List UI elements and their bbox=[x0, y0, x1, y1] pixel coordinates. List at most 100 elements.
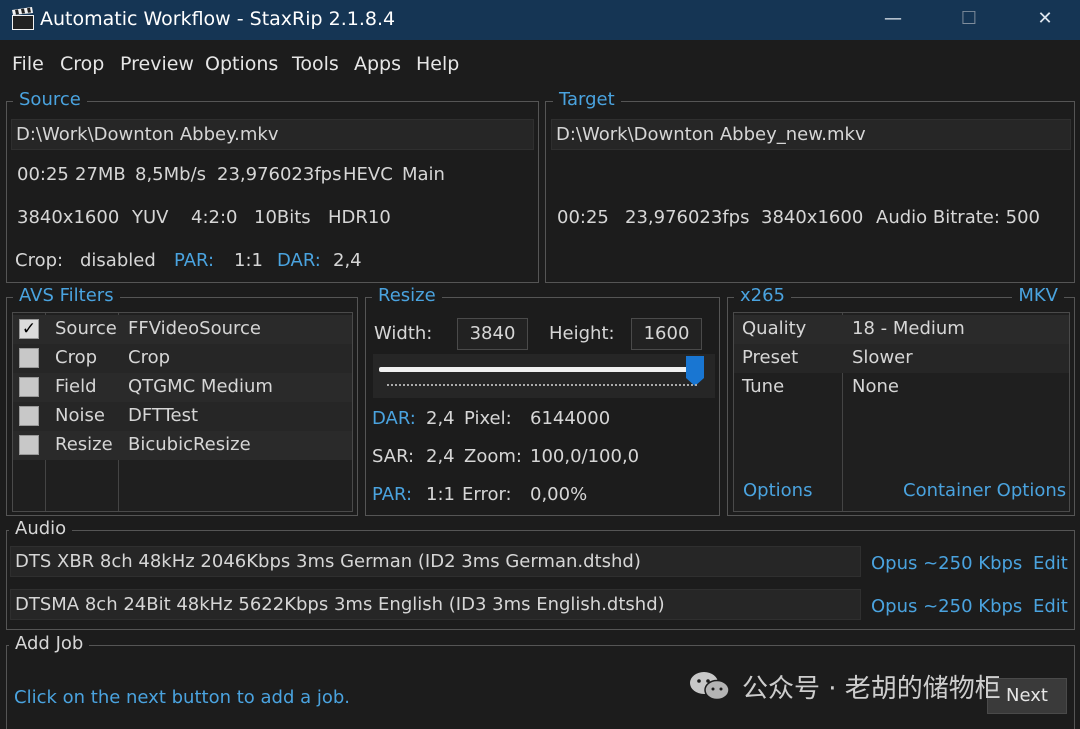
resize-dar-value: 2,4 bbox=[426, 408, 455, 429]
encoder-option-name: Tune bbox=[742, 376, 785, 397]
filter-enabled-checkbox[interactable] bbox=[19, 435, 39, 455]
source-path-field[interactable]: D:\Work\Downton Abbey.mkv bbox=[11, 119, 534, 150]
source-size: 27MB bbox=[75, 164, 126, 185]
target-resolution: 3840x1600 bbox=[761, 207, 864, 228]
resize-par-label[interactable]: PAR: bbox=[372, 484, 412, 505]
encoder-option-value: None bbox=[852, 376, 899, 397]
filter-name: FFVideoSource bbox=[128, 318, 261, 339]
encoder-option-name: Preset bbox=[742, 347, 799, 368]
source-par-label[interactable]: PAR: bbox=[174, 250, 214, 271]
filter-row[interactable]: ✓ Source FFVideoSource bbox=[13, 315, 352, 344]
close-button[interactable]: ✕ bbox=[1010, 0, 1080, 40]
title-bar: Automatic Workflow - StaxRip 2.1.8.4 — ☐… bbox=[0, 0, 1080, 40]
encoder-options-grid: Quality 18 - Medium Preset Slower Tune N… bbox=[733, 312, 1070, 512]
source-bitrate: 8,5Mb/s bbox=[135, 164, 207, 185]
filter-list: ✓ Source FFVideoSource Crop Crop Field Q… bbox=[12, 312, 353, 512]
resize-par-value: 1:1 bbox=[426, 484, 455, 505]
menu-file[interactable]: File bbox=[12, 53, 44, 75]
target-fps: 23,976023fps bbox=[625, 207, 750, 228]
height-input[interactable]: 1600 bbox=[631, 318, 702, 350]
filter-category: Noise bbox=[55, 405, 105, 426]
encoder-options-link[interactable]: Options bbox=[743, 480, 812, 501]
source-title: Source bbox=[13, 89, 87, 110]
audio-profile-link[interactable]: Opus ~250 Kbps bbox=[871, 596, 1022, 617]
resize-title: Resize bbox=[372, 285, 442, 306]
zoom-label: Zoom: bbox=[464, 446, 522, 467]
wechat-icon bbox=[690, 672, 730, 701]
audio-track-field[interactable]: DTSMA 8ch 24Bit 48kHz 5622Kbps 3ms Engli… bbox=[10, 589, 861, 620]
watermark-text: 公众号 · 老胡的储物柜 bbox=[742, 673, 1001, 704]
menu-bar: File Crop Preview Options Tools Apps Hel… bbox=[0, 40, 1080, 88]
encoder-option-value: 18 - Medium bbox=[852, 318, 965, 339]
maximize-button[interactable]: ☐ bbox=[934, 0, 1004, 40]
source-fps: 23,976023fps bbox=[217, 164, 342, 185]
source-group: Source D:\Work\Downton Abbey.mkv 00:25 2… bbox=[6, 89, 539, 283]
zoom-value: 100,0/100,0 bbox=[530, 446, 640, 467]
container-options-link[interactable]: Container Options bbox=[903, 480, 1066, 501]
filter-category: Source bbox=[55, 318, 117, 339]
encoder-title[interactable]: x265 bbox=[734, 285, 792, 306]
resize-slider[interactable] bbox=[373, 354, 715, 398]
target-duration: 00:25 bbox=[557, 207, 609, 228]
filter-row[interactable]: Resize BicubicResize bbox=[13, 431, 352, 460]
width-input[interactable]: 3840 bbox=[457, 318, 528, 350]
container-title[interactable]: MKV bbox=[1012, 285, 1064, 306]
audio-track-field[interactable]: DTS XBR 8ch 48kHz 2046Kbps 3ms German (I… bbox=[10, 546, 861, 577]
source-resolution: 3840x1600 bbox=[17, 207, 120, 228]
add-job-title: Add Job bbox=[9, 633, 90, 654]
error-label: Error: bbox=[462, 484, 512, 505]
menu-preview[interactable]: Preview bbox=[120, 53, 194, 75]
menu-crop[interactable]: Crop bbox=[60, 53, 104, 75]
source-dar-label[interactable]: DAR: bbox=[277, 250, 321, 271]
encoder-option-row[interactable]: Quality 18 - Medium bbox=[734, 315, 1069, 344]
window-title: Automatic Workflow - StaxRip 2.1.8.4 bbox=[40, 8, 396, 30]
filter-row[interactable]: Noise DFTTest bbox=[13, 402, 352, 431]
target-group: Target D:\Work\Downton Abbey_new.mkv 00:… bbox=[545, 89, 1075, 283]
source-profile: Main bbox=[402, 164, 445, 185]
avs-filters-group: AVS Filters ✓ Source FFVideoSource Crop … bbox=[6, 285, 358, 516]
filter-name: BicubicResize bbox=[128, 434, 251, 455]
filter-enabled-checkbox[interactable]: ✓ bbox=[19, 319, 39, 339]
source-hdr: HDR10 bbox=[328, 207, 391, 228]
filter-enabled-checkbox[interactable] bbox=[19, 406, 39, 426]
slider-track bbox=[379, 367, 697, 372]
filter-enabled-checkbox[interactable] bbox=[19, 348, 39, 368]
menu-tools[interactable]: Tools bbox=[292, 53, 339, 75]
target-audio-bitrate: Audio Bitrate: 500 bbox=[876, 207, 1040, 228]
avs-filters-title: AVS Filters bbox=[13, 285, 120, 306]
source-codec: HEVC bbox=[343, 164, 393, 185]
menu-apps[interactable]: Apps bbox=[354, 53, 401, 75]
source-crop-label: Crop: bbox=[15, 250, 64, 271]
audio-edit-link[interactable]: Edit bbox=[1033, 553, 1068, 574]
filter-enabled-checkbox[interactable] bbox=[19, 377, 39, 397]
source-par-value: 1:1 bbox=[234, 250, 263, 271]
minimize-button[interactable]: — bbox=[858, 0, 928, 40]
audio-profile-link[interactable]: Opus ~250 Kbps bbox=[871, 553, 1022, 574]
add-job-hint: Click on the next button to add a job. bbox=[14, 687, 351, 708]
resize-sar-label: SAR: bbox=[372, 446, 415, 467]
target-title: Target bbox=[553, 89, 621, 110]
filter-row[interactable]: Crop Crop bbox=[13, 344, 352, 373]
audio-edit-link[interactable]: Edit bbox=[1033, 596, 1068, 617]
audio-title: Audio bbox=[9, 518, 73, 539]
encoder-option-value: Slower bbox=[852, 347, 913, 368]
slider-thumb[interactable] bbox=[686, 356, 704, 386]
filter-category: Resize bbox=[55, 434, 113, 455]
resize-dar-label[interactable]: DAR: bbox=[372, 408, 416, 429]
encoder-option-row[interactable]: Preset Slower bbox=[734, 344, 1069, 373]
encoder-option-name: Quality bbox=[742, 318, 807, 339]
resize-sar-value: 2,4 bbox=[426, 446, 455, 467]
target-path-field[interactable]: D:\Work\Downton Abbey_new.mkv bbox=[551, 119, 1071, 150]
source-bitdepth: 10Bits bbox=[254, 207, 311, 228]
clapperboard-icon bbox=[12, 7, 34, 30]
menu-help[interactable]: Help bbox=[416, 53, 459, 75]
source-crop-value: disabled bbox=[80, 250, 156, 271]
filter-category: Field bbox=[55, 376, 97, 397]
menu-options[interactable]: Options bbox=[205, 53, 278, 75]
pixel-value: 6144000 bbox=[530, 408, 611, 429]
filter-row[interactable]: Field QTGMC Medium bbox=[13, 373, 352, 402]
height-label: Height: bbox=[549, 323, 615, 344]
source-dar-value: 2,4 bbox=[333, 250, 362, 271]
source-colorspace: YUV bbox=[132, 207, 169, 228]
encoder-option-row[interactable]: Tune None bbox=[734, 373, 1069, 402]
